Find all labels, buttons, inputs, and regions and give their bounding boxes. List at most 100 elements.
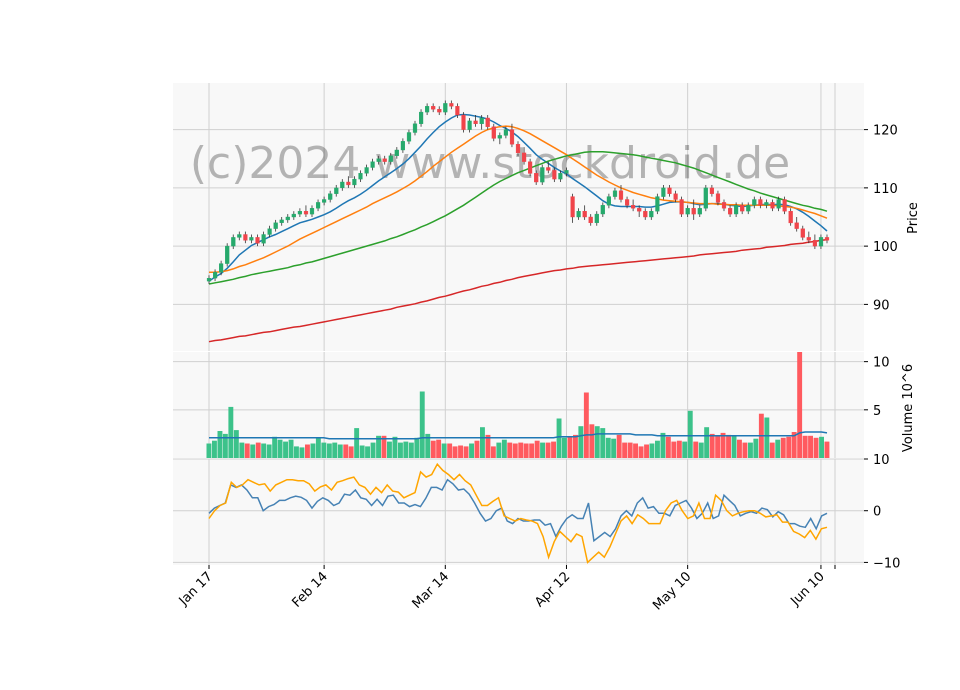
candle-body [770,202,775,209]
volume-bar [764,417,770,458]
candle-body [497,135,502,139]
candle-body [625,199,630,206]
x-tick-label: Jan 17 [176,569,216,609]
volume-bar [354,428,360,458]
volume-bar [589,424,595,458]
price-panel-background [173,83,864,351]
volume-bar [573,434,578,458]
candle-body [297,210,302,215]
volume-bar [556,418,562,458]
volume-bar [671,441,677,458]
candle-body [406,132,412,142]
candle-body [370,161,375,168]
volume-bar [605,437,611,458]
candle-body [231,237,236,247]
candle-body [528,161,533,174]
candle-body [643,210,648,218]
candle-body [431,106,436,110]
candle-body [443,103,448,113]
volume-bar [365,446,370,458]
candle-body [649,210,654,218]
volume-bar [622,442,628,458]
candle-body [515,143,521,154]
volume-bar [392,436,398,458]
candle-body [352,178,357,186]
candle-body [309,208,315,215]
candle-body [570,196,575,218]
candle-body [546,167,551,171]
candle-body [806,237,811,241]
candle-body [588,216,593,224]
volume-bar [819,436,824,458]
volume-bar [447,443,453,458]
volume-bar [370,442,376,458]
volume-bar [305,444,310,458]
oscillator-panel-background [173,459,864,565]
volume-bar [780,437,786,458]
volume-bar [326,443,332,458]
candle-body [582,210,587,218]
candle-body [291,213,296,218]
candle-body [358,173,363,180]
candle-body [322,199,327,203]
candle-body [255,237,260,244]
volume-bar [753,438,759,458]
price-tick-label: 120 [873,124,898,139]
volume-bar [501,439,507,458]
volume-bar [332,442,338,458]
volume-bar [321,442,327,458]
candle-body [316,202,321,209]
candle-body [618,190,624,200]
volume-bar [436,439,442,458]
volume-bar [523,443,529,458]
volume-bar [583,392,589,458]
candle-body [455,106,460,116]
candle-body [273,222,278,229]
volume-tick-label: 10 [873,356,890,371]
volume-bar [288,439,294,458]
volume-bar [655,440,660,458]
volume-bar [682,441,688,458]
candle-body [679,199,684,215]
oscillator-tick-label: −10 [873,556,900,571]
volume-bar [676,440,682,458]
oscillator-tick-label: 10 [873,453,890,468]
candle-body [576,210,581,218]
candle-body [485,117,490,127]
candle-body [449,103,454,107]
volume-bar [266,444,272,458]
volume-bar [217,431,223,458]
candle-body [800,228,805,238]
volume-bar [458,445,463,458]
candle-body [752,199,757,206]
candle-body [479,117,484,125]
watermark: (c)2024 www.stockdroid.de [190,138,790,189]
volume-bar [250,444,256,458]
volume-bar [534,440,540,458]
volume-bar [540,442,545,458]
volume-bar [627,442,633,458]
candle-body [709,187,714,194]
candle-body [824,237,830,241]
volume-bar [813,437,819,458]
volume-bar [518,442,524,458]
candle-body [552,170,557,180]
candle-body [522,152,527,162]
volume-bar [715,435,721,458]
candle-body [703,187,708,209]
volume-bar [638,446,644,458]
volume-bar [496,442,502,458]
candle-body [721,202,727,209]
price-tick-label: 110 [873,182,898,197]
volume-bar [463,446,469,458]
candle-body [637,208,642,212]
volume-axis-label: Volume 10^6 [901,364,916,452]
candle-body [249,237,254,241]
candle-body [661,187,666,197]
candle-body [612,190,618,197]
volume-bar [212,440,217,458]
candle-body [776,199,781,209]
volume-bar [808,435,813,458]
candle-body [794,222,799,229]
price-tick-label: 90 [873,298,890,313]
